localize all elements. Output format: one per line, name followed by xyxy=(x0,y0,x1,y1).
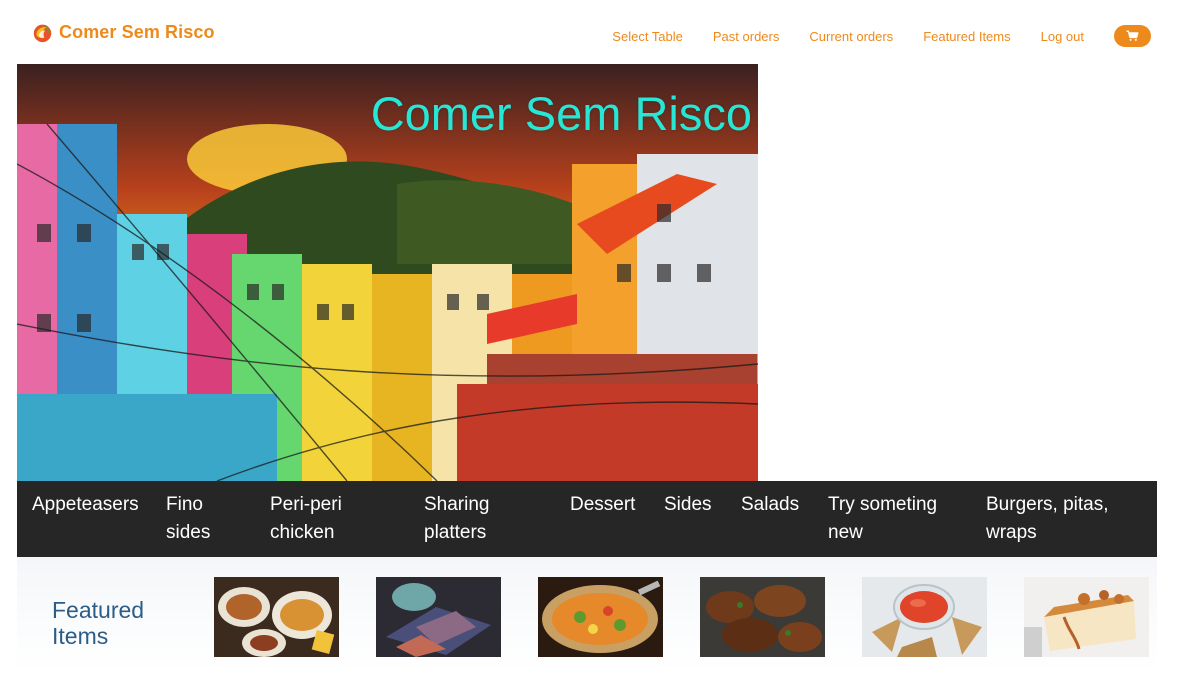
featured-title: Featured Items xyxy=(52,597,145,649)
cart-button[interactable] xyxy=(1114,25,1151,47)
sharing-platter-photo xyxy=(214,577,339,657)
grilled-chicken-photo xyxy=(700,577,825,657)
category-dessert[interactable]: Dessert xyxy=(570,491,645,519)
hero-banner: Comer Sem Risco xyxy=(17,64,758,481)
featured-item-pan-dish[interactable] xyxy=(538,577,663,657)
pan-dish-photo xyxy=(538,577,663,657)
category-appeteasers[interactable]: Appeteasers xyxy=(32,491,147,519)
brand[interactable]: Comer Sem Risco xyxy=(32,22,215,43)
brand-name: Comer Sem Risco xyxy=(59,22,215,42)
cheesecake-photo xyxy=(1024,577,1149,657)
category-salads[interactable]: Salads xyxy=(741,491,811,519)
salsa-nachos-photo xyxy=(862,577,987,657)
nav-links: Select Table Past orders Current orders … xyxy=(612,25,1151,47)
dessert-plate-photo xyxy=(376,577,501,657)
category-menu: Appeteasers Fino sides Peri-peri chicken… xyxy=(17,481,1157,557)
hero-title: Comer Sem Risco xyxy=(370,87,752,140)
nav-link-past-orders[interactable]: Past orders xyxy=(713,29,779,44)
nav-link-current-orders[interactable]: Current orders xyxy=(809,29,893,44)
nav-link-log-out[interactable]: Log out xyxy=(1041,29,1084,44)
top-navbar: Comer Sem Risco Select Table Past orders… xyxy=(0,0,1198,64)
featured-item-cheesecake[interactable] xyxy=(1024,577,1149,657)
nav-link-select-table[interactable]: Select Table xyxy=(612,29,683,44)
featured-item-salsa-nachos[interactable] xyxy=(862,577,987,657)
featured-item-grilled-chicken[interactable] xyxy=(700,577,825,657)
flame-logo-icon xyxy=(33,24,52,43)
category-fino-sides[interactable]: Fino sides xyxy=(166,491,226,547)
category-peri-peri-chicken[interactable]: Peri-peri chicken xyxy=(270,491,350,547)
nav-link-featured-items[interactable]: Featured Items xyxy=(923,29,1010,44)
category-try-something-new[interactable]: Try someting new xyxy=(828,491,958,547)
featured-items-section: Featured Items xyxy=(17,557,1157,674)
shopping-cart-icon xyxy=(1126,30,1139,41)
category-sharing-platters[interactable]: Sharing platters xyxy=(424,491,504,547)
featured-item-sharing-platter[interactable] xyxy=(214,577,339,657)
category-sides[interactable]: Sides xyxy=(664,491,719,519)
featured-item-dessert-plate[interactable] xyxy=(376,577,501,657)
category-burgers-pitas-wraps[interactable]: Burgers, pitas, wraps xyxy=(986,491,1126,547)
